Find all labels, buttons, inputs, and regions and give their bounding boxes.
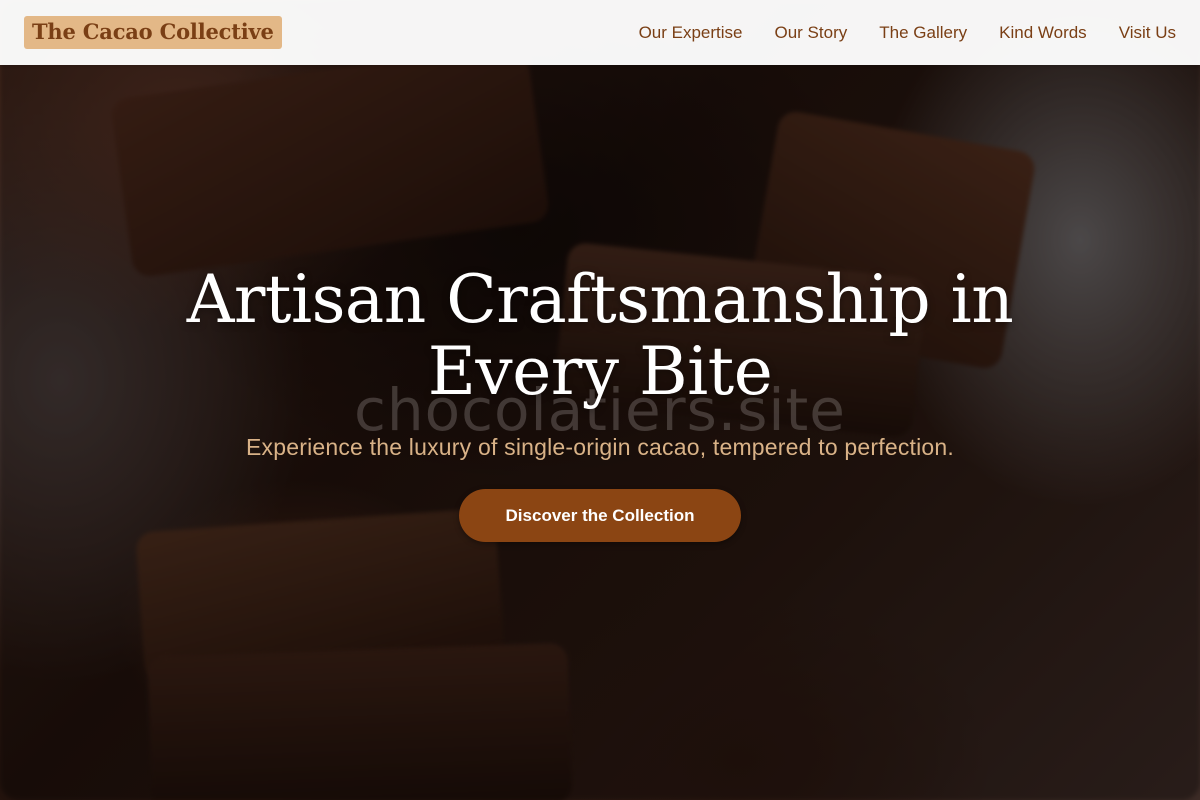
hero-content: Artisan Craftsmanship in Every Bite Expe… <box>0 264 1200 542</box>
nav-link-our-story[interactable]: Our Story <box>775 23 848 43</box>
hero-subtitle: Experience the luxury of single-origin c… <box>245 434 954 460</box>
main-nav: Our Expertise Our Story The Gallery Kind… <box>607 23 1176 43</box>
hero-title: Artisan Craftsmanship in Every Bite <box>186 261 1014 410</box>
hero-section: chocolatiers.site Artisan Craftsmanship … <box>0 0 1200 800</box>
nav-link-kind-words[interactable]: Kind Words <box>999 23 1087 43</box>
nav-link-the-gallery[interactable]: The Gallery <box>879 23 967 43</box>
nav-link-our-expertise[interactable]: Our Expertise <box>639 23 743 43</box>
brand-logo[interactable]: The Cacao Collective <box>24 16 282 49</box>
top-navbar: The Cacao Collective Our Expertise Our S… <box>0 0 1200 65</box>
discover-collection-button[interactable]: Discover the Collection <box>459 489 741 542</box>
nav-link-visit-us[interactable]: Visit Us <box>1119 23 1176 43</box>
